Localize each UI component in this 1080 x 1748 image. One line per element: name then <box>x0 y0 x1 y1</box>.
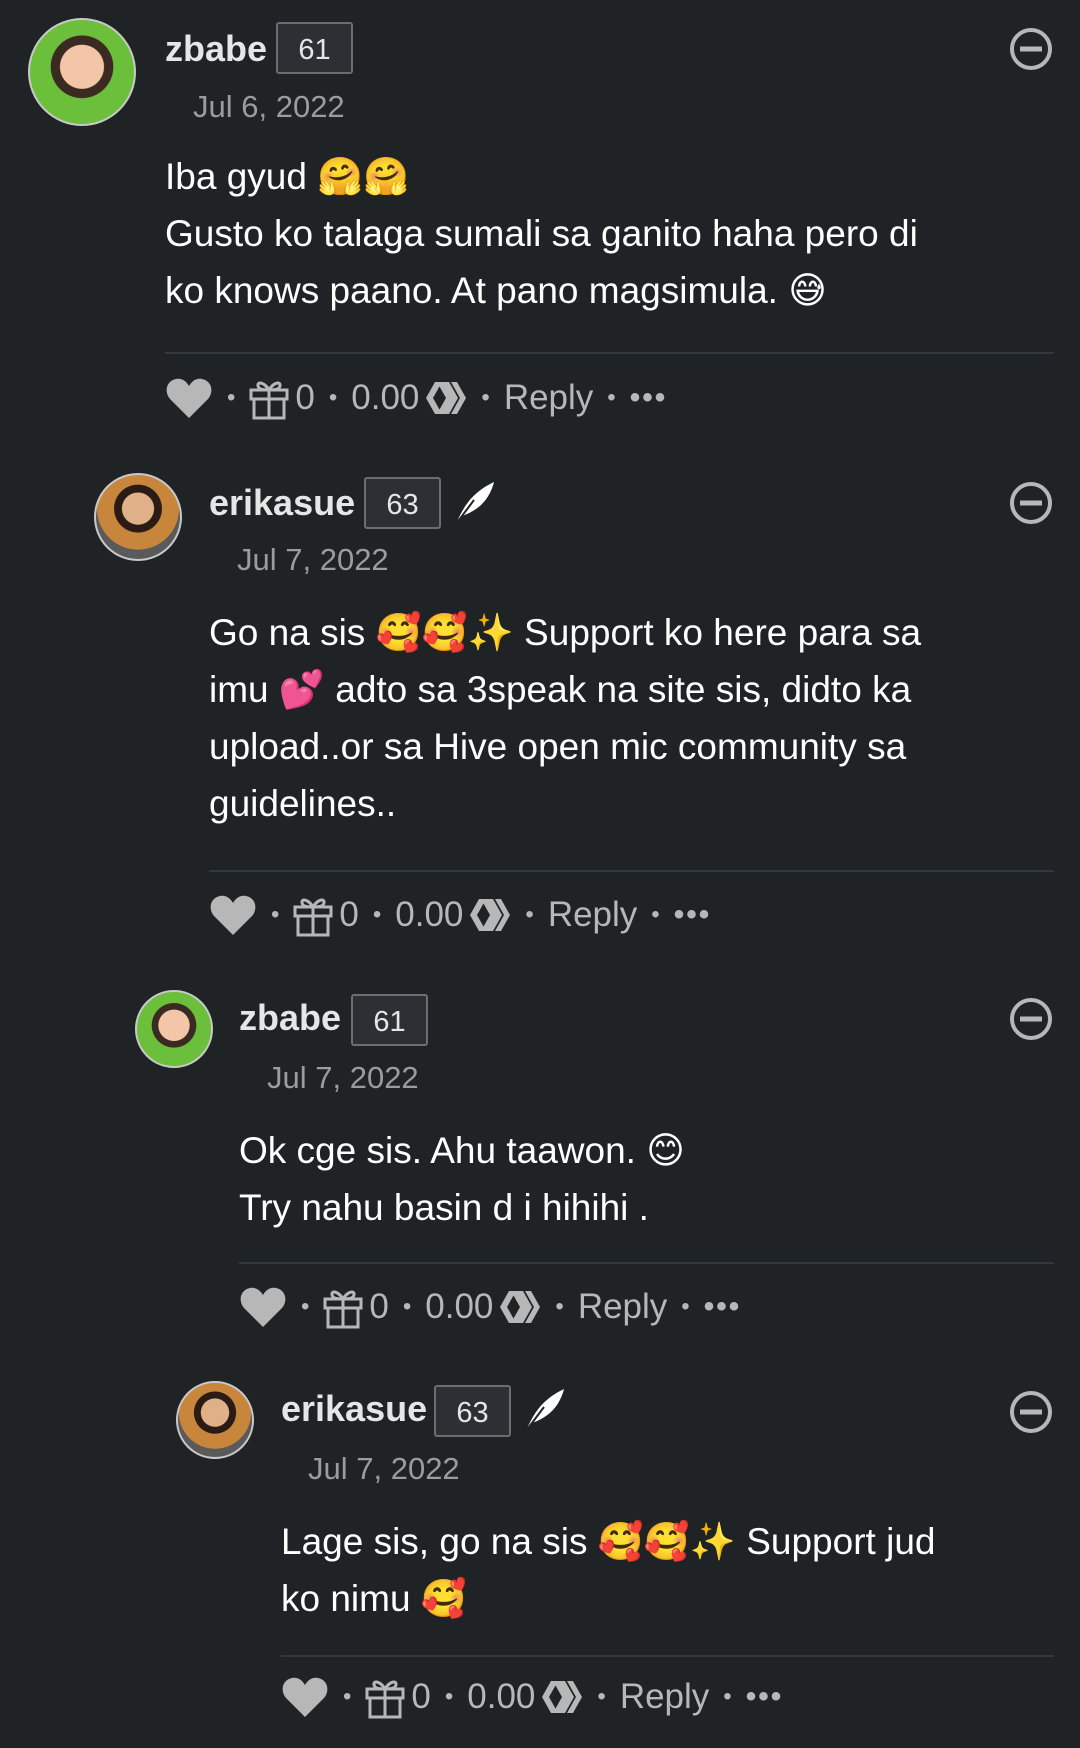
comment-line: upload..or sa Hive open mic community sa <box>209 726 907 767</box>
separator: • <box>402 1293 412 1320</box>
separator: • <box>444 1683 454 1710</box>
comment-body: Ok cge sis. Ahu taawon. 😊 Try nahu basin… <box>239 1122 685 1236</box>
minus-circle-icon[interactable] <box>1009 997 1053 1041</box>
comment-line: ko knows paano. At pano magsimula. 😅 <box>165 270 827 311</box>
avatar[interactable] <box>135 990 213 1068</box>
separator: • <box>481 384 490 411</box>
payout-value[interactable]: 0.00 <box>395 895 463 935</box>
gift-count: 0 <box>369 1287 389 1326</box>
comment-date[interactable]: Jul 7, 2022 <box>267 1060 419 1096</box>
payout-value[interactable]: 0.00 <box>351 378 419 418</box>
comment-body: Lage sis, go na sis 🥰🥰✨ Support jud ko n… <box>281 1513 935 1627</box>
separator: • <box>227 384 236 411</box>
comment-line: guidelines.. <box>209 783 397 824</box>
separator: • <box>723 1683 732 1710</box>
more-options-button[interactable]: ••• <box>704 1290 742 1324</box>
hive-icon <box>470 899 511 931</box>
comment-body: Go na sis 🥰🥰✨ Support ko here para sa im… <box>209 604 921 832</box>
author-name[interactable]: zbabe <box>165 28 267 70</box>
separator: • <box>328 384 338 411</box>
heart-icon[interactable] <box>165 376 213 420</box>
separator: • <box>525 901 534 928</box>
reputation-badge: 63 <box>434 1385 511 1437</box>
separator: • <box>597 1683 606 1710</box>
separator: • <box>681 1293 690 1320</box>
payout-value[interactable]: 0.00 <box>467 1677 535 1717</box>
avatar[interactable] <box>28 18 136 126</box>
more-options-button[interactable]: ••• <box>746 1680 784 1714</box>
minus-circle-icon[interactable] <box>1009 27 1053 71</box>
comment-line: Iba gyud 🤗🤗 <box>165 156 410 197</box>
avatar[interactable] <box>176 1381 254 1459</box>
divider <box>281 1655 1054 1657</box>
comment-actions: • 0 • 0.00 • Reply • ••• <box>239 1282 741 1332</box>
comment-line: Lage sis, go na sis 🥰🥰✨ Support jud <box>281 1521 936 1562</box>
hive-icon <box>426 382 467 414</box>
divider <box>165 352 1054 354</box>
feather-icon <box>455 482 494 525</box>
separator: • <box>607 384 616 411</box>
comment-body: Iba gyud 🤗🤗 Gusto ko talaga sumali sa ga… <box>165 148 918 319</box>
gift-count: 0 <box>339 895 359 934</box>
more-options-button[interactable]: ••• <box>630 381 668 415</box>
gift-icon[interactable] <box>249 376 289 420</box>
comment-line: Try nahu basin d i hihihi . <box>239 1187 649 1228</box>
comment-line: Gusto ko talaga sumali sa ganito haha pe… <box>165 213 918 254</box>
heart-icon[interactable] <box>281 1675 329 1719</box>
gift-icon[interactable] <box>323 1285 363 1329</box>
hive-icon <box>500 1291 541 1323</box>
comment-line: Ok cge sis. Ahu taawon. 😊 <box>239 1130 685 1171</box>
reputation-badge: 61 <box>276 22 353 74</box>
reply-button[interactable]: Reply <box>504 378 593 418</box>
comment-line: ko nimu 🥰 <box>281 1578 467 1619</box>
separator: • <box>271 901 280 928</box>
author-name[interactable]: zbabe <box>239 997 341 1039</box>
comment-actions: • 0 • 0.00 • Reply • ••• <box>209 890 711 940</box>
separator: • <box>343 1683 352 1710</box>
gift-icon[interactable] <box>293 893 333 937</box>
comment-line: imu 💕 adto sa 3speak na site sis, didto … <box>209 669 912 710</box>
comment-date[interactable]: Jul 7, 2022 <box>308 1451 460 1487</box>
reply-button[interactable]: Reply <box>548 895 637 935</box>
comment-actions: • 0 • 0.00 • Reply • ••• <box>281 1672 783 1722</box>
heart-icon[interactable] <box>209 893 257 937</box>
feather-icon <box>525 1389 564 1432</box>
hive-icon <box>542 1681 583 1713</box>
reputation-badge: 61 <box>351 994 428 1046</box>
reply-button[interactable]: Reply <box>578 1287 667 1327</box>
gift-count: 0 <box>295 378 315 417</box>
gift-count: 0 <box>411 1677 431 1716</box>
avatar[interactable] <box>94 473 182 561</box>
separator: • <box>301 1293 310 1320</box>
author-name[interactable]: erikasue <box>209 482 355 524</box>
comment-date[interactable]: Jul 7, 2022 <box>237 542 389 578</box>
reputation-badge: 63 <box>364 477 441 529</box>
comment-actions: • 0 • 0.00 • Reply • ••• <box>165 373 667 423</box>
comment-date[interactable]: Jul 6, 2022 <box>193 89 345 125</box>
divider <box>239 1262 1054 1264</box>
more-options-button[interactable]: ••• <box>674 898 712 932</box>
separator: • <box>555 1293 564 1320</box>
separator: • <box>372 901 382 928</box>
minus-circle-icon[interactable] <box>1009 1390 1053 1434</box>
divider <box>209 870 1054 872</box>
reply-button[interactable]: Reply <box>620 1677 709 1717</box>
separator: • <box>651 901 660 928</box>
author-name[interactable]: erikasue <box>281 1388 427 1430</box>
payout-value[interactable]: 0.00 <box>425 1287 493 1327</box>
heart-icon[interactable] <box>239 1285 287 1329</box>
minus-circle-icon[interactable] <box>1009 481 1053 525</box>
comment-line: Go na sis 🥰🥰✨ Support ko here para sa <box>209 612 922 653</box>
gift-icon[interactable] <box>365 1675 405 1719</box>
